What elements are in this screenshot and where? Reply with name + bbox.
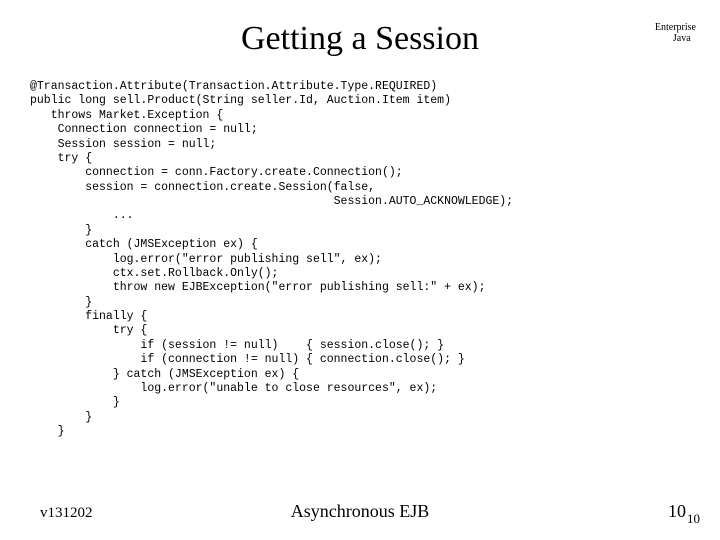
corner-line2: Java bbox=[655, 33, 696, 44]
footer-title: Asynchronous EJB bbox=[0, 501, 720, 522]
code-block: @Transaction.Attribute(Transaction.Attri… bbox=[30, 80, 690, 439]
corner-label: Enterprise Java bbox=[655, 22, 696, 44]
slide: Getting a Session Enterprise Java @Trans… bbox=[0, 0, 720, 540]
corner-line1: Enterprise bbox=[655, 22, 696, 33]
page-title: Getting a Session bbox=[0, 20, 720, 58]
footer-page-number-sub: 10 bbox=[687, 511, 700, 527]
footer-page-number: 10 bbox=[668, 501, 686, 522]
